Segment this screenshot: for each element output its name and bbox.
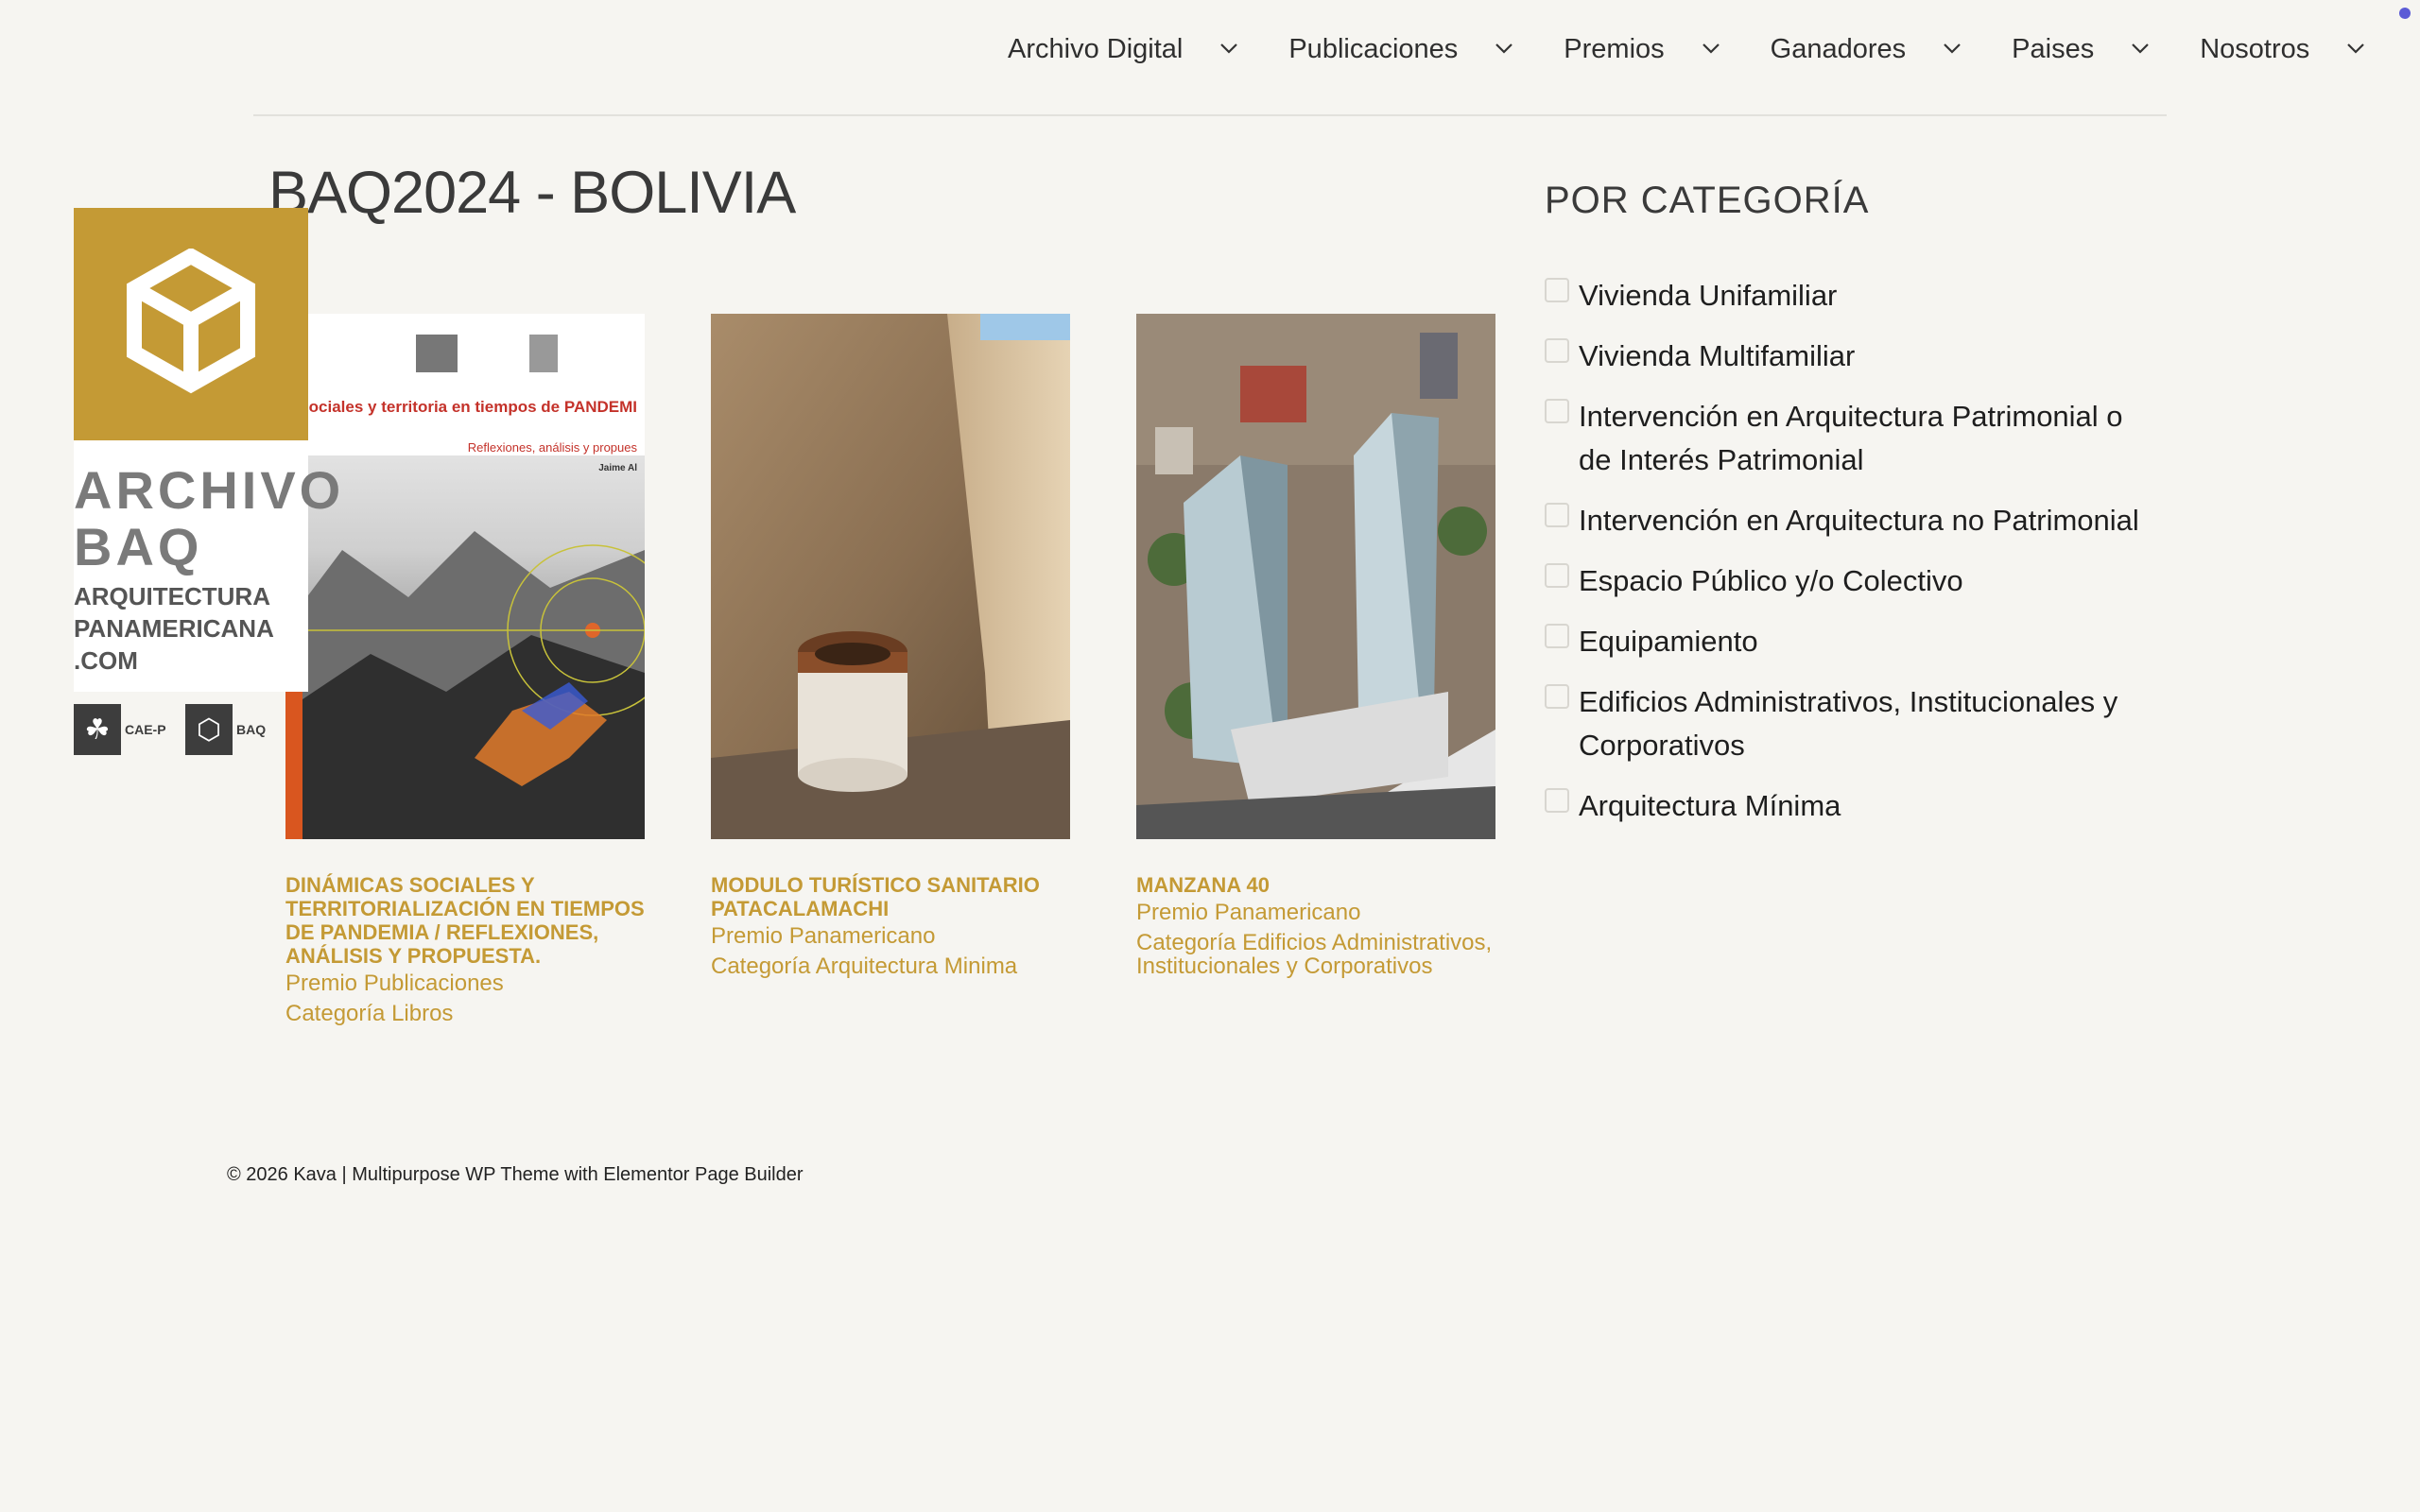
category-label[interactable]: Espacio Público y/o Colectivo (1579, 559, 1963, 603)
category-item-edificios-administrativos[interactable]: Edificios Administrativos, Institucional… (1545, 680, 2159, 767)
project-card[interactable]: MODULO TURÍSTICO SANITARIO PATACALAMACHI… (711, 314, 1070, 978)
partner-cae-p: ☘ CAE-P (74, 704, 178, 755)
chevron-down-icon[interactable] (1490, 40, 1518, 59)
chevron-down-icon[interactable] (1938, 40, 1966, 59)
nav-item-nosotros[interactable]: Nosotros (2200, 34, 2370, 65)
card-title[interactable]: DINÁMICAS SOCIALES Y TERRITORIALIZACIÓN … (285, 873, 645, 968)
card-categoria: Categoría Libros (285, 1001, 454, 1026)
category-item-arquitectura-minima[interactable]: Arquitectura Mínima (1545, 784, 2159, 828)
logo-word: BAQ (74, 517, 203, 576)
partner-label: BAQ (236, 722, 267, 737)
category-item-intervencion-patrimonial[interactable]: Intervención en Arquitectura Patrimonial… (1545, 395, 2159, 482)
category-checkbox[interactable] (1545, 503, 1569, 527)
category-checkbox[interactable] (1545, 338, 1569, 363)
category-checkbox[interactable] (1545, 278, 1569, 302)
category-label[interactable]: Equipamiento (1579, 620, 1758, 663)
category-checkbox[interactable] (1545, 399, 1569, 423)
category-item-vivienda-multifamiliar[interactable]: Vivienda Multifamiliar (1545, 335, 2159, 378)
cover-subtitle: Reflexiones, análisis y propues (468, 440, 638, 455)
cae-p-icon: ☘ (74, 704, 121, 755)
project-card[interactable]: Dinámicas sociales y territoria en tiemp… (285, 314, 645, 1025)
logo-word: ARCHIVO (74, 460, 345, 520)
logo-partners: ☘ CAE-P ⬡ BAQ (74, 692, 308, 760)
category-item-intervencion-no-patrimonial[interactable]: Intervención en Arquitectura no Patrimon… (1545, 499, 2159, 542)
project-photo-towers[interactable] (1136, 314, 1495, 839)
nav-item-premios[interactable]: Premios (1564, 34, 1770, 65)
category-checkbox[interactable] (1545, 563, 1569, 588)
category-label[interactable]: Vivienda Multifamiliar (1579, 335, 1855, 378)
nav-label[interactable]: Ganadores (1771, 34, 1907, 65)
nav-item-publicaciones[interactable]: Publicaciones (1288, 34, 1564, 65)
header-divider (253, 114, 2167, 116)
category-label[interactable]: Arquitectura Mínima (1579, 784, 1841, 828)
chevron-down-icon[interactable] (1697, 40, 1725, 59)
category-checkbox[interactable] (1545, 624, 1569, 648)
nav-item-ganadores[interactable]: Ganadores (1771, 34, 2013, 65)
logo-sub-line: PANAMERICANA (74, 614, 274, 643)
cover-author: Jaime Al (598, 463, 637, 473)
cover-title-line: Dinámicas sociales y territoria en tiemp… (285, 398, 637, 416)
category-label[interactable]: Intervención en Arquitectura no Patrimon… (1579, 499, 2139, 542)
category-item-espacio-publico[interactable]: Espacio Público y/o Colectivo (1545, 559, 2159, 603)
logo-sub-line: .COM (74, 646, 138, 675)
category-checkbox[interactable] (1545, 788, 1569, 813)
category-checkbox[interactable] (1545, 684, 1569, 709)
category-label[interactable]: Intervención en Arquitectura Patrimonial… (1579, 395, 2159, 482)
category-filter-list: Vivienda Unifamiliar Vivienda Multifamil… (1545, 274, 2159, 845)
category-item-vivienda-unifamiliar[interactable]: Vivienda Unifamiliar (1545, 274, 2159, 318)
nav-label[interactable]: Archivo Digital (1008, 34, 1183, 65)
project-card[interactable]: MANZANA 40 Premio Panamericano Categoría… (1136, 314, 1495, 978)
card-premio: Premio Panamericano (1136, 900, 1361, 925)
partner-label: CAE-P (125, 722, 166, 737)
card-title[interactable]: MANZANA 40 (1136, 873, 1495, 897)
page-title: BAQ2024 - BOLIVIA (268, 160, 796, 226)
chevron-down-icon[interactable] (2126, 40, 2154, 59)
nav-item-paises[interactable]: Paises (2012, 34, 2200, 65)
sidebar-title: POR CATEGORÍA (1545, 180, 1870, 221)
main-nav: Archivo Digital Publicaciones Premios Ga… (1008, 28, 2370, 70)
card-categoria: Categoría Edificios Administrativos, Ins… (1136, 930, 1493, 979)
baq-icon: ⬡ (185, 704, 233, 755)
chevron-down-icon[interactable] (2342, 40, 2370, 59)
logo-subtitle: ARQUITECTURA PANAMERICANA .COM (74, 580, 274, 677)
card-title[interactable]: MODULO TURÍSTICO SANITARIO PATACALAMACHI (711, 873, 1070, 920)
nav-label[interactable]: Nosotros (2200, 34, 2309, 65)
card-premio: Premio Panamericano (711, 923, 936, 949)
category-label[interactable]: Vivienda Unifamiliar (1579, 274, 1837, 318)
chevron-down-icon[interactable] (1215, 40, 1243, 59)
nav-label[interactable]: Premios (1564, 34, 1664, 65)
category-item-equipamiento[interactable]: Equipamiento (1545, 620, 2159, 663)
logo-sub-line: ARQUITECTURA (74, 582, 270, 610)
logo-mark (74, 208, 308, 440)
card-premio: Premio Publicaciones (285, 971, 504, 996)
hexagon-logo-icon (127, 249, 255, 394)
nav-label[interactable]: Publicaciones (1288, 34, 1458, 65)
partner-baq: ⬡ BAQ (185, 704, 289, 755)
card-categoria: Categoría Arquitectura Minima (711, 954, 1018, 979)
site-logo[interactable]: ARCHIVO BAQ ARQUITECTURA PANAMERICANA .C… (74, 208, 340, 760)
nav-label[interactable]: Paises (2012, 34, 2094, 65)
category-label[interactable]: Edificios Administrativos, Institucional… (1579, 680, 2159, 767)
footer-copyright: © 2026 Kava | Multipurpose WP Theme with… (227, 1164, 804, 1185)
status-dot (2399, 8, 2411, 19)
project-photo-stone-room[interactable] (711, 314, 1070, 839)
logo-wordmark: ARCHIVO BAQ ARQUITECTURA PANAMERICANA .C… (74, 440, 340, 692)
nav-item-archivo-digital[interactable]: Archivo Digital (1008, 34, 1288, 65)
book-cover-image[interactable]: Dinámicas sociales y territoria en tiemp… (285, 314, 645, 839)
